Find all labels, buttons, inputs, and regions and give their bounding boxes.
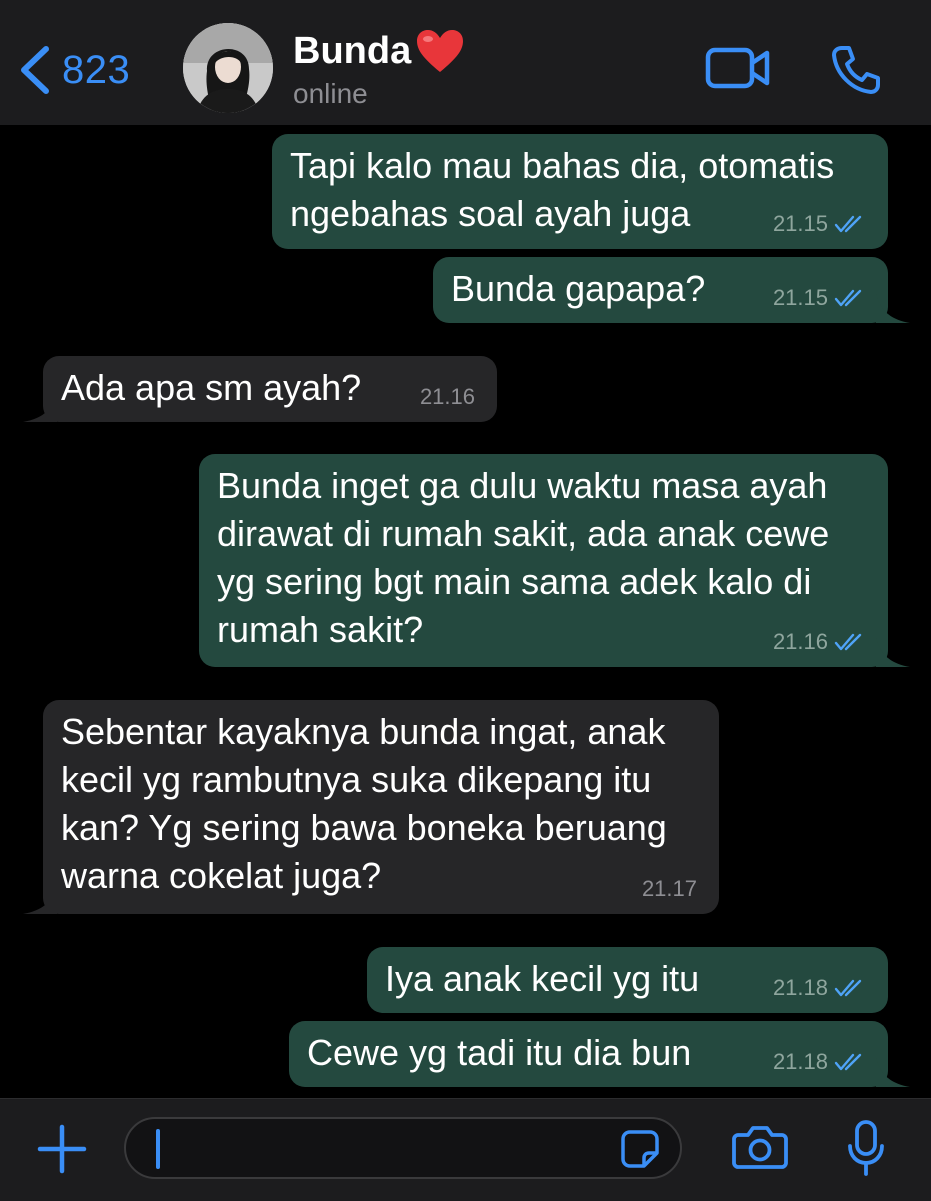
- back-button[interactable]: 823: [18, 38, 130, 102]
- sticker-button[interactable]: [620, 1129, 660, 1174]
- sticker-icon: [621, 1130, 659, 1168]
- bubble-tail: [876, 637, 910, 667]
- bubble-tail: [876, 1057, 910, 1087]
- chevron-left-icon: [21, 46, 49, 94]
- bubble-tail: [23, 392, 57, 422]
- bubble-tail: [876, 293, 910, 323]
- double-check-icon: [834, 633, 862, 651]
- message-meta: 21.16: [420, 384, 475, 410]
- outgoing-message[interactable]: Tapi kalo mau bahas dia, otomatis ngebah…: [272, 134, 888, 249]
- composer-bar: [0, 1098, 931, 1201]
- message-meta: 21.18: [773, 1049, 866, 1075]
- message-meta: 21.17: [642, 876, 697, 902]
- camera-button[interactable]: [732, 1123, 788, 1176]
- message-input[interactable]: [124, 1117, 682, 1179]
- microphone-icon: [848, 1120, 884, 1176]
- double-check-icon: [834, 1053, 862, 1071]
- message-time: 21.17: [641, 876, 697, 901]
- phone-icon: [832, 46, 880, 94]
- message-time: 21.15: [772, 211, 828, 236]
- message-text: Bunda inget ga dulu waktu masa ayah dira…: [217, 465, 830, 650]
- message-time: 21.18: [772, 1049, 828, 1074]
- message-meta: 21.15: [773, 211, 866, 237]
- incoming-message[interactable]: Sebentar kayaknya bunda ingat, anak keci…: [43, 700, 719, 914]
- message-text: Sebentar kayaknya bunda ingat, anak keci…: [61, 711, 667, 896]
- voice-message-button[interactable]: [846, 1119, 886, 1182]
- plus-icon: [37, 1124, 87, 1174]
- message-text: Cewe yg tadi itu dia bun: [307, 1032, 692, 1073]
- message-time: 21.16: [772, 629, 828, 654]
- double-check-icon: [834, 215, 862, 233]
- message-text: Bunda gapapa?: [451, 268, 706, 309]
- message-text: Ada apa sm ayah?: [61, 367, 362, 408]
- avatar[interactable]: [183, 23, 273, 113]
- double-check-icon: [834, 289, 862, 307]
- message-meta: 21.16: [773, 629, 866, 655]
- red-heart-emoji-icon: [417, 30, 464, 72]
- unread-count: 823: [62, 47, 131, 92]
- contact-name: Bunda: [293, 29, 412, 72]
- message-text: Iya anak kecil yg itu: [385, 958, 700, 999]
- camera-icon: [732, 1126, 788, 1169]
- message-time: 21.15: [772, 285, 828, 310]
- chat-header: 823 Bunda online: [0, 0, 931, 125]
- outgoing-message[interactable]: Cewe yg tadi itu dia bun 21.18: [289, 1021, 888, 1087]
- attach-button[interactable]: [36, 1123, 88, 1180]
- message-text: Tapi kalo mau bahas dia, otomatis ngebah…: [290, 145, 835, 234]
- message-list[interactable]: Tapi kalo mau bahas dia, otomatis ngebah…: [0, 125, 931, 1098]
- message-time: 21.16: [419, 384, 475, 409]
- video-camera-icon: [705, 47, 770, 89]
- video-call-button[interactable]: [705, 46, 771, 95]
- outgoing-message[interactable]: Iya anak kecil yg itu 21.18: [367, 947, 888, 1013]
- double-check-icon: [834, 979, 862, 997]
- outgoing-message[interactable]: Bunda inget ga dulu waktu masa ayah dira…: [199, 454, 888, 667]
- message-time: 21.18: [772, 975, 828, 1000]
- contact-status: online: [293, 78, 368, 109]
- text-caret: [156, 1129, 160, 1169]
- message-meta: 21.18: [773, 975, 866, 1001]
- message-meta: 21.15: [773, 285, 866, 311]
- contact-title[interactable]: Bunda: [293, 28, 465, 74]
- outgoing-message[interactable]: Bunda gapapa? 21.15: [433, 257, 888, 323]
- bubble-tail: [23, 884, 57, 914]
- incoming-message[interactable]: Ada apa sm ayah? 21.16: [43, 356, 497, 422]
- voice-call-button[interactable]: [830, 44, 882, 101]
